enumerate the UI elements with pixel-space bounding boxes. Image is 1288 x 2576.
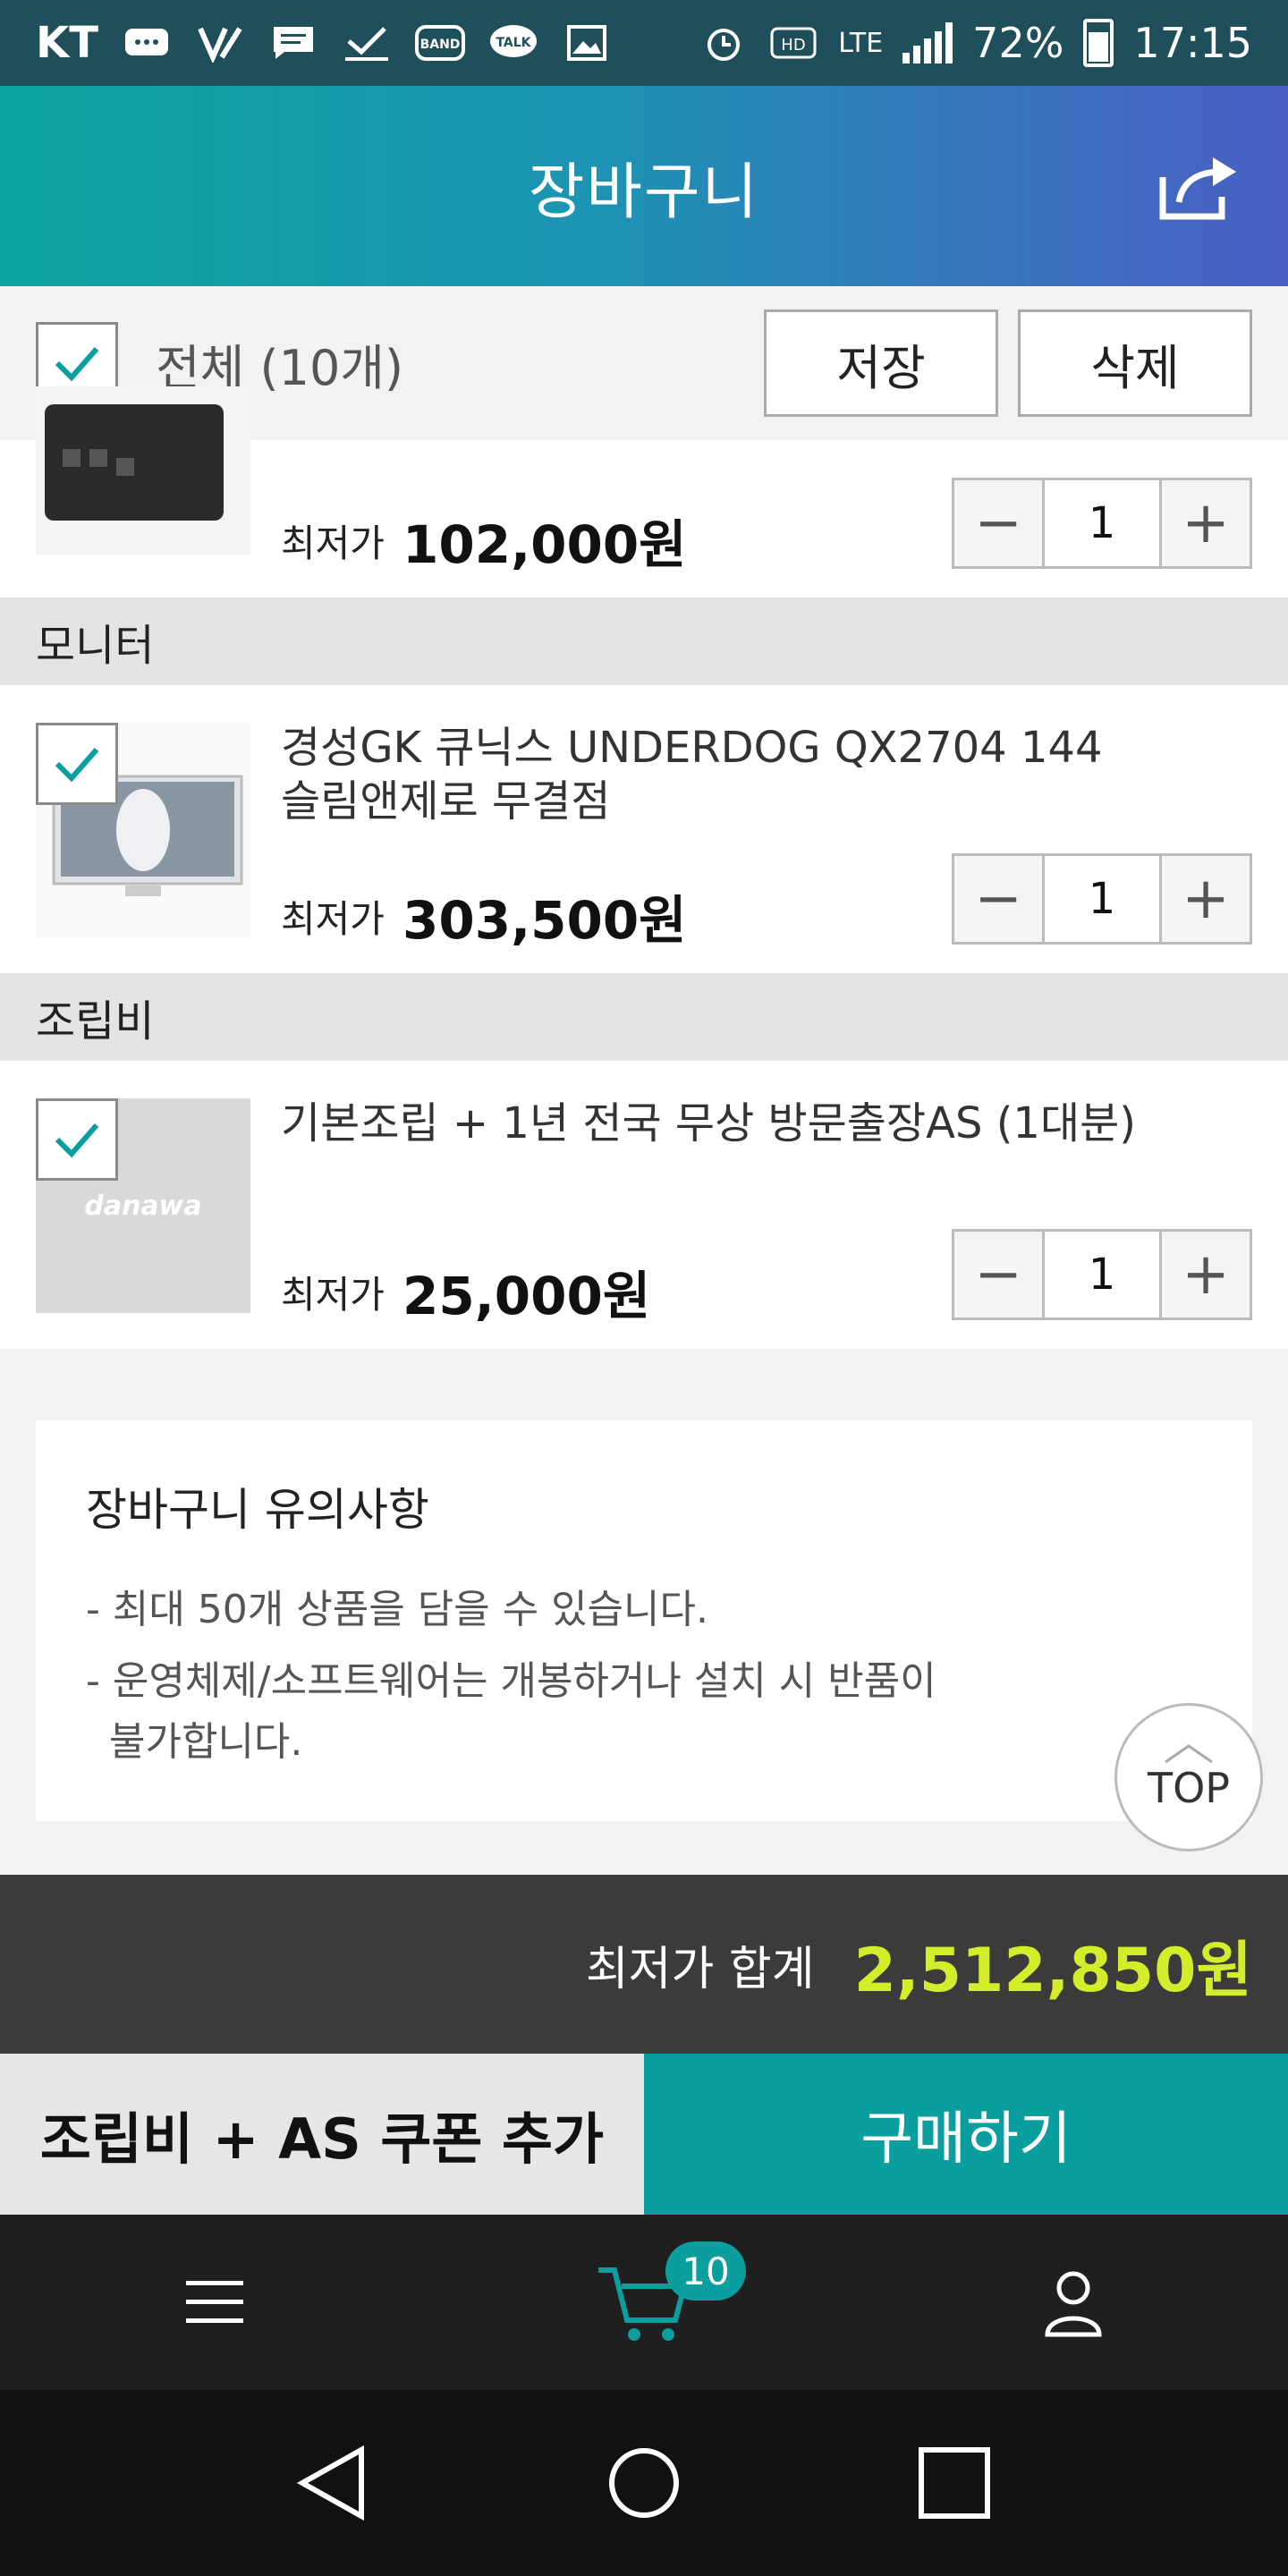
recents-icon[interactable] [914,2443,995,2523]
cart-item: danawa 기본조립 + 1년 전국 무상 방문출장AS (1대분) 최저가 … [0,1061,1288,1349]
battery-icon [1083,19,1114,67]
user-icon[interactable] [1020,2249,1127,2356]
battery-percent: 72% [972,19,1064,67]
item-price: 102,000원 [402,514,687,575]
product-name-line: 경성GK 큐닉스 UNDERDOG QX2704 144 [281,723,1103,773]
chevron-up-icon [1165,1744,1213,1764]
notice-line: - 최대 50개 상품을 담을 수 있습니다. [86,1587,709,1632]
price-label: 최저가 [281,897,385,941]
cart-notice: 장바구니 유의사항 - 최대 50개 상품을 담을 수 있습니다. - 운영체제… [36,1420,1252,1821]
price-label: 최저가 [281,521,385,565]
decrease-button[interactable]: − [954,856,1042,942]
item-price: 25,000원 [402,1266,651,1326]
increase-button[interactable]: + [1162,1232,1250,1318]
notice-line: - 운영체제/소프트웨어는 개봉하거나 설치 시 반품이 [86,1658,936,1704]
quantity-stepper: − 1 + [952,1229,1252,1320]
share-icon[interactable] [1157,150,1243,222]
quantity-value: 1 [1042,480,1162,566]
delete-button[interactable]: 삭제 [1018,309,1252,417]
clock: 17:15 [1133,19,1252,67]
message-icon [273,27,313,59]
cart-item: 최저가 102,000원 − 1 + [0,386,1288,597]
hd-icon: HD [770,27,817,59]
total-value: 2,512,850원 [853,1935,1252,2006]
save-button[interactable]: 저장 [764,309,998,417]
add-coupon-button[interactable]: 조립비 + AS 쿠폰 추가 [0,2054,644,2215]
download-icon [344,27,388,61]
status-bar: KT BAND TALK HD LTE 72% 17:15 [0,0,1288,86]
chat-icon [124,29,168,55]
price-label: 최저가 [281,1273,385,1317]
cart-item: 경성GK 큐닉스 UNDERDOG QX2704 144 슬림앤제로 무결점 최… [0,685,1288,973]
total-label: 최저가 합계 [585,1942,815,1996]
increase-button[interactable]: + [1162,856,1250,942]
svg-text:HD: HD [782,36,806,55]
system-nav-bar [0,2390,1288,2576]
decrease-button[interactable]: − [954,1232,1042,1318]
gallery-icon [566,25,606,61]
danawa-logo: danawa [84,1190,202,1222]
app-header: 장바구니 [0,86,1288,286]
quantity-value: 1 [1042,1232,1162,1318]
product-name[interactable]: 기본조립 + 1년 전국 무상 방문출장AS (1대분) [281,1097,1175,1150]
svg-text:BAND: BAND [420,38,461,52]
product-name[interactable]: 경성GK 큐닉스 UNDERDOG QX2704 144 슬림앤제로 무결점 [281,721,1175,828]
total-bar: 최저가 합계 2,512,850원 [0,1875,1288,2054]
scroll-top-button[interactable]: TOP [1114,1703,1263,1852]
category-header: 모니터 [0,597,1288,685]
menu-icon[interactable] [161,2249,268,2356]
product-name-line: 슬림앤제로 무결점 [281,776,611,826]
buy-button[interactable]: 구매하기 [644,2054,1288,2215]
talk-icon: TALK [489,25,537,57]
alarm-icon [708,29,741,61]
product-thumbnail [36,386,250,555]
cart-nav-button[interactable]: 10 [590,2241,746,2356]
power-supply-image [45,404,224,521]
back-icon[interactable] [293,2443,374,2523]
band-icon: BAND [414,25,465,61]
network-label: LTE [838,27,884,59]
action-bar: 조립비 + AS 쿠폰 추가 구매하기 [0,2054,1288,2215]
checkmark-icon [55,1123,99,1158]
item-checkbox[interactable] [36,723,118,805]
svg-text:TALK: TALK [496,36,531,50]
cart-count-badge: 10 [665,2241,746,2301]
item-price: 303,500원 [402,890,687,951]
signal-icon [902,22,953,64]
notice-line: 불가합니다. [109,1719,303,1765]
carrier-label: KT [36,18,98,68]
product-name-line: 기본조립 + 1년 전국 무상 방문출장AS (1대분) [281,1098,1137,1148]
bottom-nav: 10 [0,2215,1288,2390]
page-title: 장바구니 [528,157,760,228]
item-checkbox[interactable] [36,1098,118,1181]
checkmark-icon [55,347,99,382]
decrease-button[interactable]: − [954,480,1042,566]
category-header: 조립비 [0,973,1288,1061]
notice-title: 장바구니 유의사항 [86,1484,429,1536]
home-icon[interactable] [604,2443,684,2523]
increase-button[interactable]: + [1162,480,1250,566]
quantity-stepper: − 1 + [952,853,1252,945]
scroll-top-label: TOP [1147,1764,1231,1812]
checkmark-icon [55,748,99,783]
quantity-value: 1 [1042,856,1162,942]
v-app-icon [198,27,242,63]
quantity-stepper: − 1 + [952,478,1252,569]
